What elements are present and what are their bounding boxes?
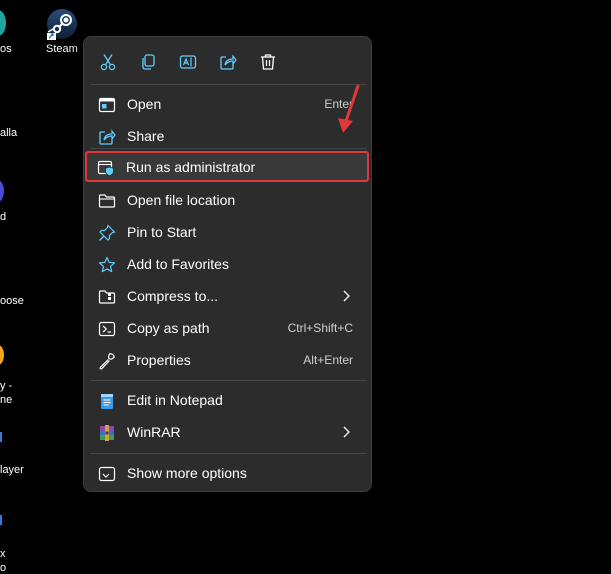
menu-item-label: Pin to Start	[127, 224, 197, 240]
menu-separator	[90, 453, 367, 454]
copy-icon	[142, 54, 155, 70]
menu-item-open[interactable]: Open Enter	[90, 89, 365, 119]
desktop-icon-label: layer	[0, 464, 24, 476]
delete-icon	[261, 54, 275, 70]
menu-item-label: Copy as path	[127, 320, 210, 336]
desktop-icon-label: y -	[0, 380, 13, 392]
notepad-icon	[98, 392, 116, 410]
menu-item-edit-in-notepad[interactable]: Edit in Notepad	[90, 385, 365, 415]
copy-path-icon	[98, 320, 116, 338]
desktop-icon-label: d	[0, 211, 7, 223]
annotation-arrow	[338, 84, 360, 133]
steam-icon[interactable]	[46, 8, 78, 40]
desktop-icon-label: os	[0, 43, 12, 55]
menu-item-label: Share	[127, 128, 165, 144]
menu-item-label: Compress to...	[127, 288, 219, 304]
zip-folder-icon	[98, 288, 116, 306]
menu-item-shortcut: Ctrl+Shift+C	[287, 321, 353, 335]
desktop-icon-label: alla	[0, 127, 18, 139]
rename-button[interactable]	[175, 49, 201, 75]
menu-item-pin-to-start[interactable]: Pin to Start	[90, 217, 365, 247]
share-icon	[220, 54, 237, 70]
menu-item-label: Show more options	[127, 465, 247, 481]
desktop-icon-partial[interactable]	[0, 179, 4, 203]
menu-separator	[90, 148, 367, 149]
desktop-icon-partial[interactable]	[0, 432, 2, 442]
menu-item-shortcut: Alt+Enter	[303, 353, 353, 367]
shield-admin-icon	[97, 159, 115, 177]
menu-item-open-file-location[interactable]: Open file location	[90, 185, 365, 215]
menu-item-compress-to[interactable]: Compress to...	[90, 281, 365, 311]
menu-item-label: Open file location	[127, 192, 236, 208]
wrench-icon	[98, 352, 116, 370]
steam-label: Steam	[46, 43, 78, 55]
menu-item-add-to-favorites[interactable]: Add to Favorites	[90, 249, 365, 279]
cut-button[interactable]	[95, 49, 121, 75]
menu-item-label: Properties	[127, 352, 191, 368]
delete-button[interactable]	[255, 49, 281, 75]
menu-separator	[90, 84, 367, 85]
menu-item-run-as-administrator[interactable]: Run as administrator	[89, 152, 364, 182]
desktop-icon-partial[interactable]	[0, 515, 2, 525]
chevron-right-icon	[343, 426, 350, 438]
menu-item-label: WinRAR	[127, 424, 181, 440]
menu-item-label: Run as administrator	[126, 159, 256, 175]
more-options-icon	[98, 465, 116, 483]
menu-item-show-more-options[interactable]: Show more options	[90, 458, 365, 488]
menu-item-properties[interactable]: Properties Alt+Enter	[90, 345, 365, 375]
rename-icon	[179, 55, 197, 69]
folder-icon	[98, 192, 116, 210]
winrar-icon	[98, 424, 116, 442]
desktop-icon-partial[interactable]	[0, 345, 4, 365]
copy-button[interactable]	[135, 49, 161, 75]
cut-icon	[100, 54, 116, 71]
menu-item-copy-as-path[interactable]: Copy as path Ctrl+Shift+C	[90, 313, 365, 343]
desktop-icon-partial[interactable]	[0, 10, 6, 36]
desktop-icon-label: x	[0, 548, 6, 560]
context-toolbar	[84, 37, 371, 85]
desktop-icon-label: ne	[0, 394, 13, 406]
menu-item-label: Add to Favorites	[127, 256, 229, 272]
share-button[interactable]	[215, 49, 241, 75]
chevron-right-icon	[343, 290, 350, 302]
share-icon	[98, 128, 116, 146]
menu-item-winrar[interactable]: WinRAR	[90, 417, 365, 447]
open-app-icon	[98, 96, 116, 114]
menu-separator	[90, 380, 367, 381]
desktop-icon-label: o	[0, 562, 7, 574]
context-menu: Open Enter Share Open file location Pin …	[83, 36, 372, 492]
pin-icon	[98, 224, 116, 242]
star-icon	[98, 256, 116, 274]
desktop-icon-label: oose	[0, 295, 24, 307]
menu-item-label: Open	[127, 96, 162, 112]
menu-item-share[interactable]: Share	[90, 121, 365, 151]
menu-item-label: Edit in Notepad	[127, 392, 223, 408]
